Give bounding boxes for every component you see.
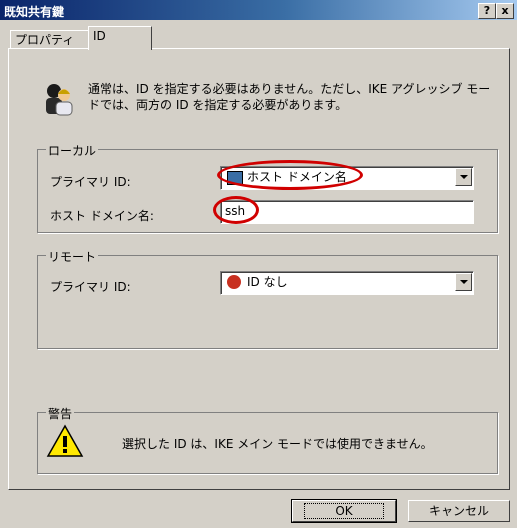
remote-primary-id-label: プライマリ ID: [50, 280, 131, 294]
users-icon [46, 84, 73, 116]
warning-legend: 警告 [46, 405, 75, 422]
remote-legend: リモート [46, 248, 99, 265]
intro-text: 通常は、ID を指定する必要はありません。ただし、IKE アグレッシブ モードで… [88, 82, 491, 112]
chevron-down-icon[interactable] [455, 168, 472, 186]
remote-primary-id-value: ID なし [247, 275, 288, 289]
cancel-button[interactable]: キャンセル [408, 500, 510, 522]
warning-text: 選択した ID は、IKE メイン モードでは使用できません。 [122, 437, 433, 451]
tab-properties[interactable]: プロパティ [10, 30, 92, 49]
local-primary-id-select[interactable]: ホスト ドメイン名 [220, 166, 474, 190]
ok-label: OK [304, 503, 384, 519]
title-bar: 既知共有鍵 ? x [0, 0, 517, 20]
host-domain-icon [227, 171, 243, 185]
help-button[interactable]: ? [478, 3, 496, 19]
close-button[interactable]: x [496, 3, 514, 19]
host-domain-field[interactable]: ssh [220, 200, 474, 224]
cancel-label: キャンセル [428, 504, 489, 518]
tab-id-label: ID [93, 29, 106, 43]
host-domain-label: ホスト ドメイン名: [50, 209, 154, 223]
remote-primary-id-select[interactable]: ID なし [220, 271, 474, 295]
local-primary-id-label: プライマリ ID: [50, 175, 131, 189]
remote-group: リモート [37, 248, 498, 349]
no-id-icon [227, 275, 241, 289]
host-domain-value: ssh [225, 204, 246, 218]
chevron-down-icon[interactable] [455, 273, 472, 291]
local-legend: ローカル [46, 142, 99, 159]
ok-button[interactable]: OK [291, 499, 397, 523]
tab-id[interactable]: ID [88, 26, 152, 50]
window-title: 既知共有鍵 [4, 5, 65, 19]
tab-properties-label: プロパティ [15, 33, 75, 47]
warning-icon [46, 424, 84, 457]
local-primary-id-value: ホスト ドメイン名 [247, 170, 347, 184]
